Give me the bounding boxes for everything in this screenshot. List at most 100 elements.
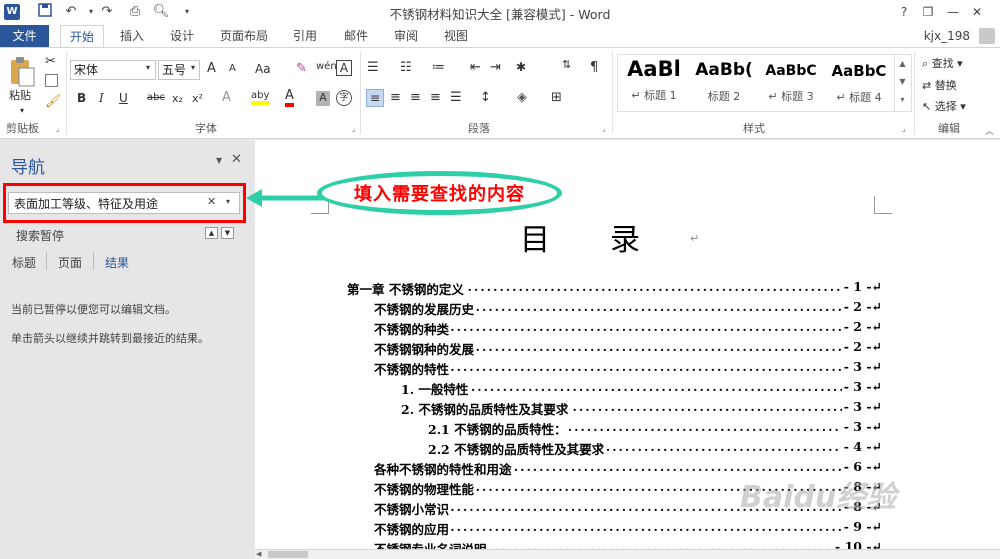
scroll-left-icon[interactable]: ◀	[256, 550, 261, 558]
toc-entry[interactable]: ........................................…	[374, 359, 882, 379]
tab-page-layout[interactable]: 页面布局	[216, 25, 272, 47]
style-heading-1[interactable]: AaBl ↵ 标题 1	[620, 57, 688, 107]
copy-icon[interactable]	[45, 74, 58, 87]
nav-tab-headings[interactable]: 标题	[12, 254, 36, 271]
ribbon-display-options-button[interactable]: ❐	[917, 2, 939, 22]
tab-design[interactable]: 设计	[164, 25, 200, 47]
tab-view[interactable]: 视图	[438, 25, 474, 47]
styles-scroll-icon[interactable]: ▲ ▼ ▾	[894, 55, 910, 111]
increase-indent-icon[interactable]: ⇥	[490, 60, 501, 75]
italic-button[interactable]: I	[99, 91, 104, 105]
tab-home[interactable]: 开始	[60, 25, 104, 47]
toc-entry[interactable]: ........................................…	[401, 399, 882, 419]
tab-mailings[interactable]: 邮件	[338, 25, 374, 47]
bullets-icon[interactable]: ☰	[367, 60, 379, 75]
toc-entry[interactable]: ........................................…	[401, 379, 882, 399]
sort-icon[interactable]: ⇅	[562, 58, 571, 71]
toc-entry[interactable]: ........................................…	[428, 439, 882, 459]
nav-options-icon[interactable]: ▼	[216, 156, 222, 165]
chinese-layout-icon[interactable]: ✱	[516, 60, 526, 74]
user-account[interactable]: kjx_198	[924, 29, 970, 43]
change-case-button[interactable]: Aa	[255, 62, 271, 76]
minimize-button[interactable]: —	[942, 2, 964, 22]
grow-font-button[interactable]: A	[207, 61, 216, 76]
paragraph-mark: ↵	[690, 232, 700, 245]
superscript-button[interactable]: x²	[192, 92, 203, 105]
style-heading-3[interactable]: AaBbC ↵ 标题 3	[757, 57, 825, 107]
toc-entry[interactable]: ........................................…	[374, 519, 882, 539]
help-button[interactable]: ?	[893, 2, 915, 22]
distributed-icon[interactable]: ☰	[450, 90, 462, 105]
font-size-chevron-icon[interactable]: ▾	[191, 63, 195, 72]
character-shading-button[interactable]: A	[316, 91, 330, 106]
show-hide-marks-icon[interactable]: ¶	[590, 60, 598, 75]
toc-entry[interactable]: ........................................…	[374, 299, 882, 319]
toc-entry[interactable]: ........................................…	[374, 319, 882, 339]
nav-resume-message: 单击箭头以继续并跳转到最接近的结果。	[11, 332, 209, 345]
justify-icon[interactable]: ≡	[430, 90, 441, 105]
previous-result-icon[interactable]: ▲	[205, 227, 218, 239]
character-border-button[interactable]: A	[336, 60, 352, 76]
nav-tab-pages[interactable]: 页面	[58, 254, 82, 271]
underline-button[interactable]: U	[119, 91, 128, 105]
center-icon[interactable]: ≡	[390, 90, 401, 105]
font-name-chevron-icon[interactable]: ▾	[146, 63, 150, 72]
shading-icon[interactable]: ◈	[517, 90, 527, 105]
scroll-thumb[interactable]	[268, 551, 308, 558]
toc-entry[interactable]: ........................................…	[428, 419, 882, 439]
replace-button[interactable]: ⇄ 替换	[922, 77, 957, 93]
cut-icon[interactable]: ✂	[45, 54, 56, 69]
subscript-button[interactable]: x₂	[172, 92, 183, 105]
font-launcher-icon[interactable]: ⌟	[352, 124, 356, 133]
format-painter-icon[interactable]: 🖌︎	[45, 94, 62, 109]
text-effects-button[interactable]: A	[222, 90, 231, 105]
find-label: 查找	[931, 57, 954, 70]
bold-button[interactable]: B	[77, 91, 86, 105]
tab-insert[interactable]: 插入	[114, 25, 150, 47]
style-heading-4[interactable]: AaBbC ↵ 标题 4	[825, 57, 893, 107]
shrink-font-button[interactable]: A	[229, 63, 236, 74]
strikethrough-button[interactable]: abc	[147, 92, 165, 103]
paste-dropdown-icon[interactable]: ▾	[20, 106, 24, 115]
clipboard-launcher-icon[interactable]: ⌟	[56, 124, 60, 133]
select-button[interactable]: ↖ 选择 ▾	[922, 98, 966, 114]
toc-entry-title: 各种不锈钢的特性和用途	[374, 462, 514, 477]
next-result-icon[interactable]: ▼	[221, 227, 234, 239]
close-button[interactable]: ✕	[966, 2, 988, 22]
collapse-ribbon-icon[interactable]: ︿	[985, 124, 994, 137]
line-spacing-icon[interactable]: ↕	[480, 90, 491, 105]
find-button[interactable]: ⌕ 查找 ▾	[922, 55, 963, 71]
toc-entry-page: - 3 -↵	[841, 359, 882, 374]
font-color-button[interactable]: A	[285, 88, 294, 107]
paste-button[interactable]: 粘贴	[9, 87, 31, 103]
paragraph-launcher-icon[interactable]: ⌟	[602, 124, 606, 133]
highlight-button[interactable]: aby	[251, 90, 270, 105]
tab-review[interactable]: 审阅	[388, 25, 424, 47]
nav-close-icon[interactable]: ✕	[231, 152, 242, 167]
styles-launcher-icon[interactable]: ⌟	[902, 124, 906, 133]
borders-icon[interactable]: ⊞	[551, 90, 562, 105]
crop-mark	[874, 196, 892, 214]
paste-icon[interactable]	[8, 56, 36, 88]
align-left-icon[interactable]: ≡	[366, 89, 384, 107]
toc-entry[interactable]: ........................................…	[374, 339, 882, 359]
horizontal-scrollbar[interactable]	[255, 549, 1000, 559]
avatar[interactable]	[979, 28, 995, 44]
toc-entry-title: 1. 一般特性	[401, 382, 471, 397]
multilevel-list-icon[interactable]: ≔	[432, 60, 445, 75]
numbering-icon[interactable]: ☷	[400, 60, 412, 75]
toc-leader-dots: ........................................…	[401, 379, 882, 394]
align-right-icon[interactable]: ≡	[410, 90, 421, 105]
style-heading-2[interactable]: AaBb( 标题 2	[690, 57, 758, 107]
tab-references[interactable]: 引用	[287, 25, 323, 47]
highlight-box	[3, 183, 246, 223]
toc-entry-page: - 3 -↵	[841, 379, 882, 394]
nav-tab-results[interactable]: 结果	[105, 254, 129, 271]
decrease-indent-icon[interactable]: ⇤	[470, 60, 481, 75]
enclose-characters-button[interactable]: 字	[336, 90, 352, 106]
clear-formatting-icon[interactable]: ✎	[296, 61, 307, 76]
tab-file[interactable]: 文件	[0, 25, 49, 47]
toc-entry[interactable]: ........................................…	[347, 279, 882, 299]
phonetic-guide-button[interactable]: wén	[316, 61, 337, 72]
font-name-dropdown[interactable]: 宋体	[70, 60, 156, 80]
